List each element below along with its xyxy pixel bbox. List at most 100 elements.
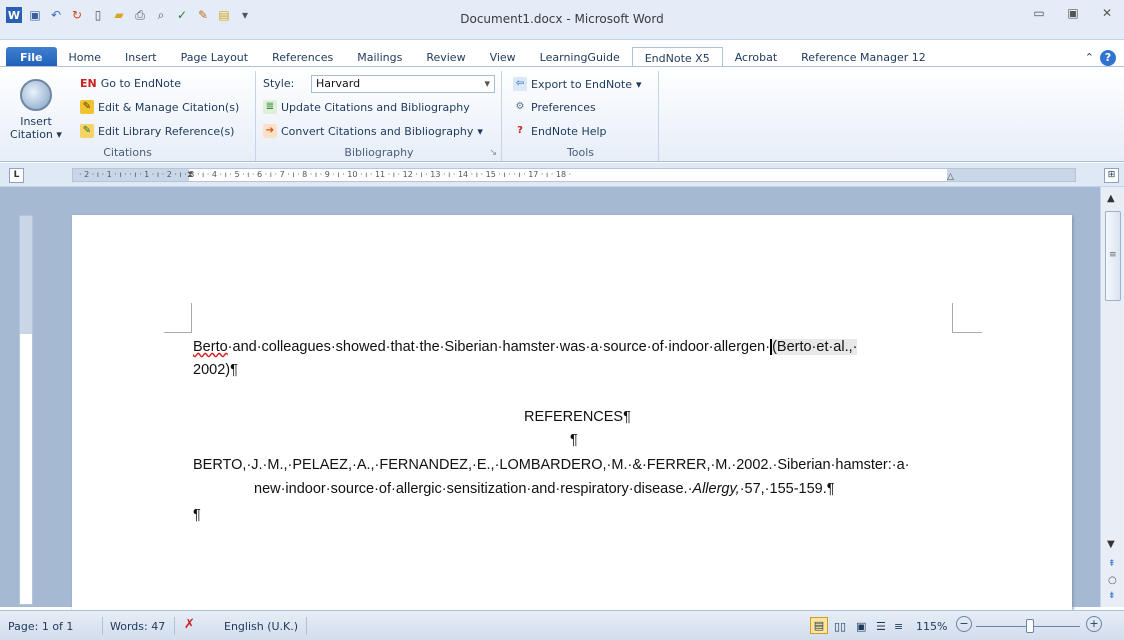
word-count[interactable]: Words: 47 <box>110 620 165 633</box>
pencil-icon: ✎ <box>80 124 94 138</box>
bibliography-entry-line-2[interactable]: new·indoor·source·of·allergic·sensitizat… <box>254 481 835 497</box>
body-paragraph-line-2[interactable]: 2002)¶ <box>193 362 238 378</box>
tab-endnote-x5[interactable]: EndNote X5 <box>631 47 723 68</box>
tab-acrobat[interactable]: Acrobat <box>723 47 789 68</box>
vertical-ruler-margin <box>20 216 32 334</box>
zoom-out-button[interactable]: − <box>956 616 972 632</box>
empty-paragraph[interactable]: ¶ <box>570 432 578 448</box>
export-icon: ⇦ <box>513 77 527 91</box>
document-page[interactable]: Berto·and·colleagues·showed·that·the·Sib… <box>72 215 1072 610</box>
tools-group-label: Tools <box>566 146 595 159</box>
draft-view-icon[interactable]: ≡ <box>894 620 903 633</box>
tab-references[interactable]: References <box>260 47 345 68</box>
style-row: Style: <box>263 77 294 90</box>
zoom-slider-thumb[interactable] <box>1026 619 1034 633</box>
next-page-icon[interactable]: ⇟ <box>1108 591 1116 601</box>
margin-corner-top-right <box>952 303 982 333</box>
update-label: Update Citations and Bibliography <box>281 100 470 114</box>
horizontal-ruler[interactable]: · 2 · ı · 1 · ı · · ı · 1 · ı · 2 · ı · … <box>72 168 1076 182</box>
style-value: Harvard <box>316 77 361 90</box>
left-indent-marker[interactable]: ⧗ <box>187 169 193 181</box>
vertical-ruler[interactable] <box>19 215 33 605</box>
full-screen-reading-view-icon[interactable]: ▯▯ <box>834 620 846 633</box>
language[interactable]: English (U.K.) <box>224 620 298 633</box>
edit-library-label: Edit Library Reference(s) <box>98 124 235 138</box>
tab-page-layout[interactable]: Page Layout <box>169 47 261 68</box>
tab-view[interactable]: View <box>478 47 528 68</box>
in-text-citation-end[interactable]: 2002)¶ <box>193 362 238 378</box>
chevron-down-icon: ▾ <box>636 77 642 91</box>
update-icon: ≣ <box>263 100 277 114</box>
tab-selector-button[interactable]: L <box>9 168 24 183</box>
convert-icon: ➔ <box>263 124 277 138</box>
update-citations-button[interactable]: ≣ Update Citations and Bibliography <box>263 100 470 114</box>
scroll-up-icon[interactable]: ▲ <box>1107 193 1115 204</box>
convert-label: Convert Citations and Bibliography <box>281 124 474 138</box>
minimize-button[interactable]: ▭ <box>1022 6 1056 20</box>
bibliography-title: new·indoor·source·of·allergic·sensitizat… <box>254 481 693 497</box>
title-bar: W ▣ ↶ ↻ ▯ ▰ ⎙ ⌕ ✓ ✎ ▤ ▾ Document1.docx -… <box>0 0 1124 40</box>
close-button[interactable]: ✕ <box>1090 6 1124 20</box>
margin-corner-top-left <box>164 303 192 333</box>
insert-citation-button[interactable]: Insert Citation ▾ <box>8 79 64 141</box>
chevron-down-icon: ▾ <box>477 124 483 138</box>
edit-manage-label: Edit & Manage Citation(s) <box>98 100 240 114</box>
right-indent-marker[interactable]: △ <box>947 171 954 181</box>
bibliography-journal: Allergy, <box>692 481 740 497</box>
zoom-level[interactable]: 115% <box>916 620 947 633</box>
citations-group: Insert Citation ▾ EN Go to EndNote ✎ Edi… <box>0 71 256 161</box>
edit-library-reference-button[interactable]: ✎ Edit Library Reference(s) <box>80 124 234 138</box>
tools-group: ⇦ Export to EndNote ▾ ⚙ Preferences ? En… <box>503 71 659 161</box>
endnote-help-button[interactable]: ? EndNote Help <box>513 124 606 138</box>
web-layout-view-icon[interactable]: ▣ <box>856 620 866 633</box>
ribbon-tabs: File Home Insert Page Layout References … <box>0 45 1124 68</box>
preferences-button[interactable]: ⚙ Preferences <box>513 100 596 114</box>
style-dropdown[interactable]: Harvard ▾ <box>311 75 495 93</box>
bibliography-entry-line-1[interactable]: BERTO,·J.·M.,·PELAEZ,·A.,·FERNANDEZ,·E.,… <box>193 457 910 473</box>
tab-insert[interactable]: Insert <box>113 47 169 68</box>
spelling-flagged-word: Berto <box>193 339 228 355</box>
citation-label: Citation ▾ <box>10 128 62 141</box>
page-count[interactable]: Page: 1 of 1 <box>8 620 73 633</box>
previous-page-icon[interactable]: ⇞ <box>1108 559 1116 569</box>
export-to-endnote-button[interactable]: ⇦ Export to EndNote ▾ <box>513 77 642 91</box>
tab-mailings[interactable]: Mailings <box>345 47 414 68</box>
body-paragraph[interactable]: Berto·and·colleagues·showed·that·the·Sib… <box>193 339 858 356</box>
tab-file[interactable]: File <box>6 47 57 68</box>
window-title: Document1.docx - Microsoft Word <box>460 12 664 26</box>
tab-learningguide[interactable]: LearningGuide <box>528 47 632 68</box>
in-text-citation[interactable]: (Berto·et·al.,· <box>772 339 858 355</box>
zoom-in-button[interactable]: + <box>1086 616 1102 632</box>
maximize-button[interactable]: ▣ <box>1056 6 1090 20</box>
tab-review[interactable]: Review <box>414 47 477 68</box>
preferences-label: Preferences <box>531 100 596 114</box>
outline-view-icon[interactable]: ☰ <box>876 620 886 633</box>
print-layout-view-icon[interactable]: ▤ <box>810 617 828 634</box>
citations-group-label: Citations <box>103 146 152 159</box>
status-divider <box>102 617 103 635</box>
trailing-paragraph[interactable]: ¶ <box>193 507 201 523</box>
paragraph-text: ·and·colleagues·showed·that·the·Siberian… <box>227 339 771 355</box>
select-browse-object-icon[interactable]: ○ <box>1108 575 1117 586</box>
go-to-endnote-button[interactable]: EN Go to EndNote <box>80 77 181 90</box>
insert-label: Insert <box>20 115 52 128</box>
references-heading[interactable]: REFERENCES¶ <box>524 409 631 425</box>
endnote-en-icon: EN <box>80 77 97 90</box>
proofing-icon[interactable]: ✗ <box>184 617 195 632</box>
convert-citations-button[interactable]: ➔ Convert Citations and Bibliography ▾ <box>263 124 483 138</box>
tab-reference-manager-12[interactable]: Reference Manager 12 <box>789 47 938 68</box>
ribbon: Insert Citation ▾ EN Go to EndNote ✎ Edi… <box>0 66 1124 162</box>
edit-manage-citations-button[interactable]: ✎ Edit & Manage Citation(s) <box>80 100 239 114</box>
scroll-down-icon[interactable]: ▼ <box>1107 539 1115 550</box>
scrollbar-thumb[interactable]: ≡ <box>1105 211 1121 301</box>
help-icon[interactable]: ? <box>1098 47 1124 68</box>
window-controls: ▭ ▣ ✕ <box>1022 6 1124 20</box>
tab-home[interactable]: Home <box>57 47 113 68</box>
view-ruler-button[interactable]: ⊞ <box>1104 168 1119 183</box>
dialog-launcher-icon[interactable]: ↘ <box>489 148 497 158</box>
collapse-ribbon-icon[interactable]: ⌃ <box>1081 47 1098 68</box>
bibliography-volume-pages: ·57,·155-159.¶ <box>739 481 835 497</box>
bibliography-group-label: Bibliography <box>344 146 414 159</box>
vertical-scrollbar[interactable]: ▲ ≡ ▼ ⇞ ○ ⇟ <box>1100 187 1124 607</box>
status-bar: Page: 1 of 1 Words: 47 ✗ English (U.K.) … <box>0 610 1124 640</box>
